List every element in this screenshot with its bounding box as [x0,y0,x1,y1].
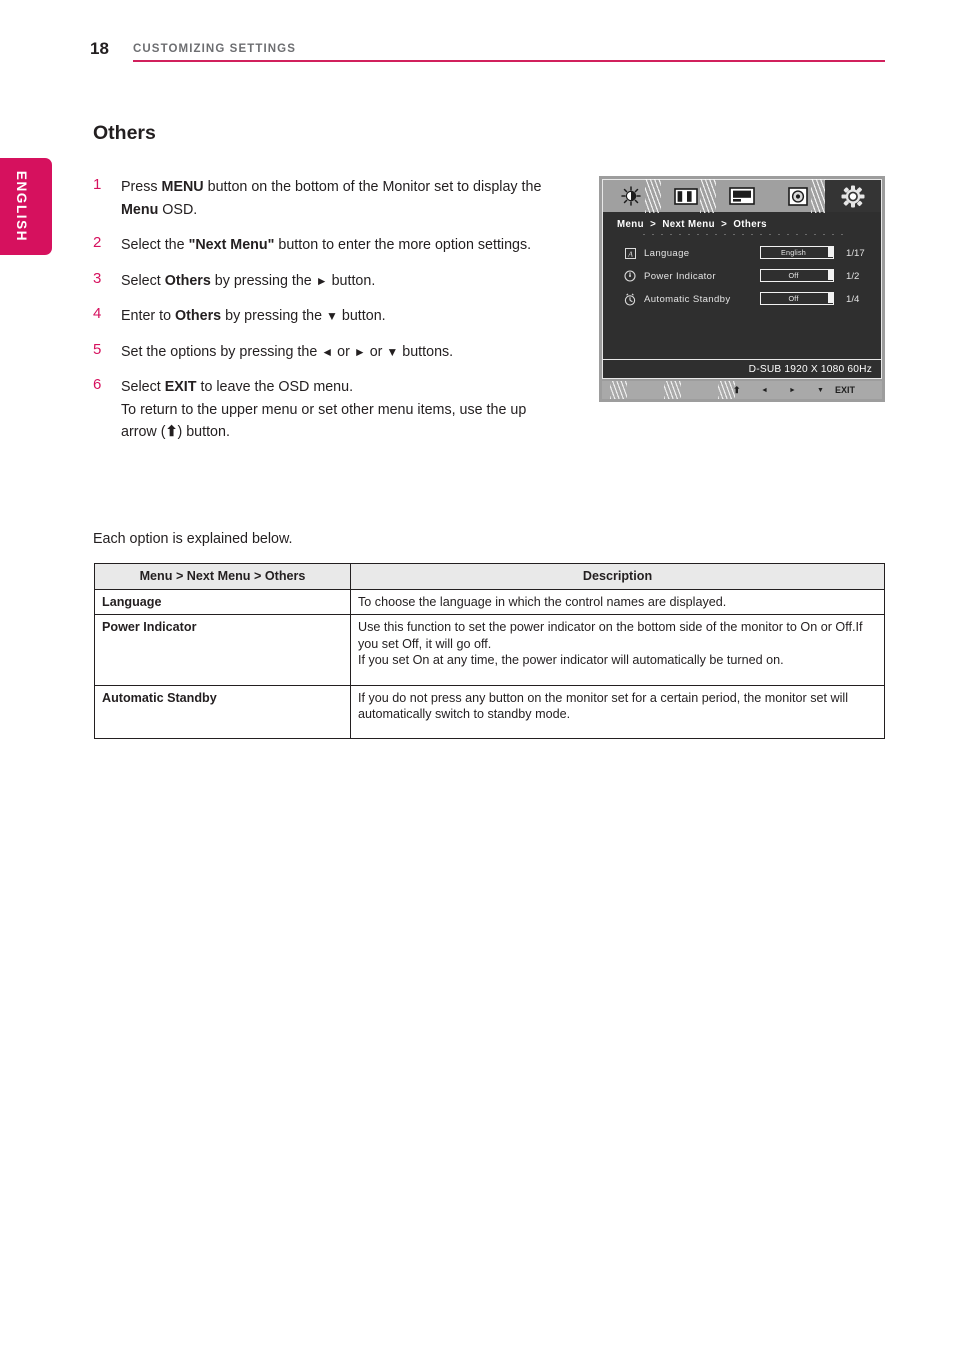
osd-tab-input[interactable] [770,179,828,213]
osd-option-label: Automatic Standby [644,294,731,305]
step-number: 1 [93,176,102,193]
header-divider [133,60,885,62]
instruction-steps: 1 Press MENU button on the bottom of the … [93,176,563,457]
down-arrow-button[interactable]: ▼ [817,381,824,399]
osd-slider-knob[interactable] [828,293,833,304]
input-source-icon [787,186,808,206]
page-title: Others [93,122,156,144]
instruction-step: 2 Select the "Next Menu" button to enter … [93,234,563,257]
table-cell-option-name: Power Indicator [94,614,351,686]
osd-option-count: 1/17 [846,248,865,259]
table-cell-description: To choose the language in which the cont… [350,588,885,615]
osd-divider [643,234,843,235]
instruction-step: 3 Select Others by pressing the ► button. [93,270,563,293]
step-text: Enter to Others by pressing the ▼ button… [121,308,386,324]
table-header-menu: Menu > Next Menu > Others [94,563,351,590]
osd-option-count: 1/4 [846,294,860,305]
picture-screen-icon [729,187,755,205]
osd-option-value: English [781,248,806,257]
step-number: 2 [93,234,102,251]
bezel-hatch-mid [664,381,681,399]
table-intro-text: Each option is explained below. [93,531,293,547]
brightness-contrast-icon [621,186,641,206]
osd-slider-knob[interactable] [828,270,833,281]
gear-settings-icon [841,185,865,207]
standby-timer-icon [623,292,637,306]
osd-option-count: 1/2 [846,271,860,282]
step-number: 4 [93,305,102,322]
osd-option-value-slider[interactable]: Off [760,292,834,305]
osd-option-list[interactable]: A Language English 1/17 Power Indicator Off 1/… [603,242,881,311]
instruction-step: 6 Select EXIT to leave the OSD menu. To re… [93,376,563,444]
osd-tab-color[interactable] [659,179,717,213]
language-tab-label: ENGLISH [14,170,30,243]
exit-button[interactable]: EXIT [835,381,855,399]
osd-option-value-slider[interactable]: English [760,246,834,259]
page-header: 18 CUSTOMIZING SETTINGS [0,0,954,70]
table-cell-option-name: Automatic Standby [94,684,351,739]
step-text: Select EXIT to leave the OSD menu. To ret… [121,379,527,440]
color-bars-icon [674,187,699,205]
osd-resolution-text: D-SUB 1920 X 1080 60Hz [748,363,872,375]
svg-text:A: A [627,249,633,258]
osd-option-row[interactable]: A Language English 1/17 [603,242,881,265]
table-cell-description: Use this function to set the power indic… [350,614,885,686]
chapter-title: CUSTOMIZING SETTINGS [133,43,296,55]
up-arrow-button[interactable]: ⬆ [733,381,741,399]
step-text: Select Others by pressing the ► button. [121,272,376,289]
osd-option-row[interactable]: Automatic Standby Off 1/4 [603,288,881,311]
table-header-description: Description [350,563,885,590]
osd-screenshot: Menu > Next Menu > Others A Language Engli… [599,176,885,402]
page-number: 18 [90,39,109,58]
table-cell-option-name: Language [94,588,351,615]
step-text: Set the options by pressing the ◄ or ► o… [121,343,454,360]
osd-breadcrumb: Menu > Next Menu > Others [603,212,881,236]
power-indicator-icon [623,269,637,283]
instruction-step: 4 Enter to Others by pressing the ▼ butto… [93,305,563,328]
step-number: 5 [93,340,102,358]
osd-option-label: Language [644,248,690,259]
options-table: Menu > Next Menu > Others Description La… [94,563,885,739]
osd-option-row[interactable]: Power Indicator Off 1/2 [603,265,881,288]
language-a-icon: A [623,246,637,260]
step-text: Select the "Next Menu" button to enter t… [121,237,532,253]
instruction-step: 1 Press MENU button on the bottom of the … [93,176,563,221]
left-arrow-button[interactable]: ◄ [761,381,768,399]
table-row: Automatic Standby If you do not press any… [94,684,885,739]
osd-resolution-bar: D-SUB 1920 X 1080 60Hz [603,359,881,378]
options-table-body: Language To choose the language in which … [94,588,885,739]
table-row: Language To choose the language in which … [94,588,885,615]
osd-option-value-slider[interactable]: Off [760,269,834,282]
monitor-button-bar[interactable]: ⬆ ◄ ► ▼ EXIT [602,381,882,399]
osd-option-value: Off [788,294,799,303]
osd-tab-bar[interactable] [603,179,881,213]
osd-breadcrumb-text: Menu > Next Menu > Others [617,218,767,230]
osd-option-label: Power Indicator [644,271,716,282]
right-arrow-button[interactable]: ► [789,381,796,399]
step-number: 3 [93,269,102,287]
osd-tab-brightness[interactable] [603,179,661,213]
table-row: Power Indicator Use this function to set … [94,614,885,686]
table-header-row: Menu > Next Menu > Others Description [94,563,885,590]
instruction-step: 5 Set the options by pressing the ◄ or ► … [93,341,563,364]
step-text: Press MENU button on the bottom of the M… [121,179,542,218]
bezel-hatch-left [610,381,627,399]
step-number: 6 [93,376,102,393]
osd-tab-settings[interactable] [825,180,881,212]
osd-slider-knob[interactable] [828,247,833,258]
osd-tab-picture[interactable] [714,180,770,212]
language-tab: ENGLISH [0,158,52,255]
osd-option-value: Off [788,271,799,280]
osd-panel: Menu > Next Menu > Others A Language Engli… [602,179,882,379]
table-cell-description: If you do not press any button on the mo… [350,684,885,739]
